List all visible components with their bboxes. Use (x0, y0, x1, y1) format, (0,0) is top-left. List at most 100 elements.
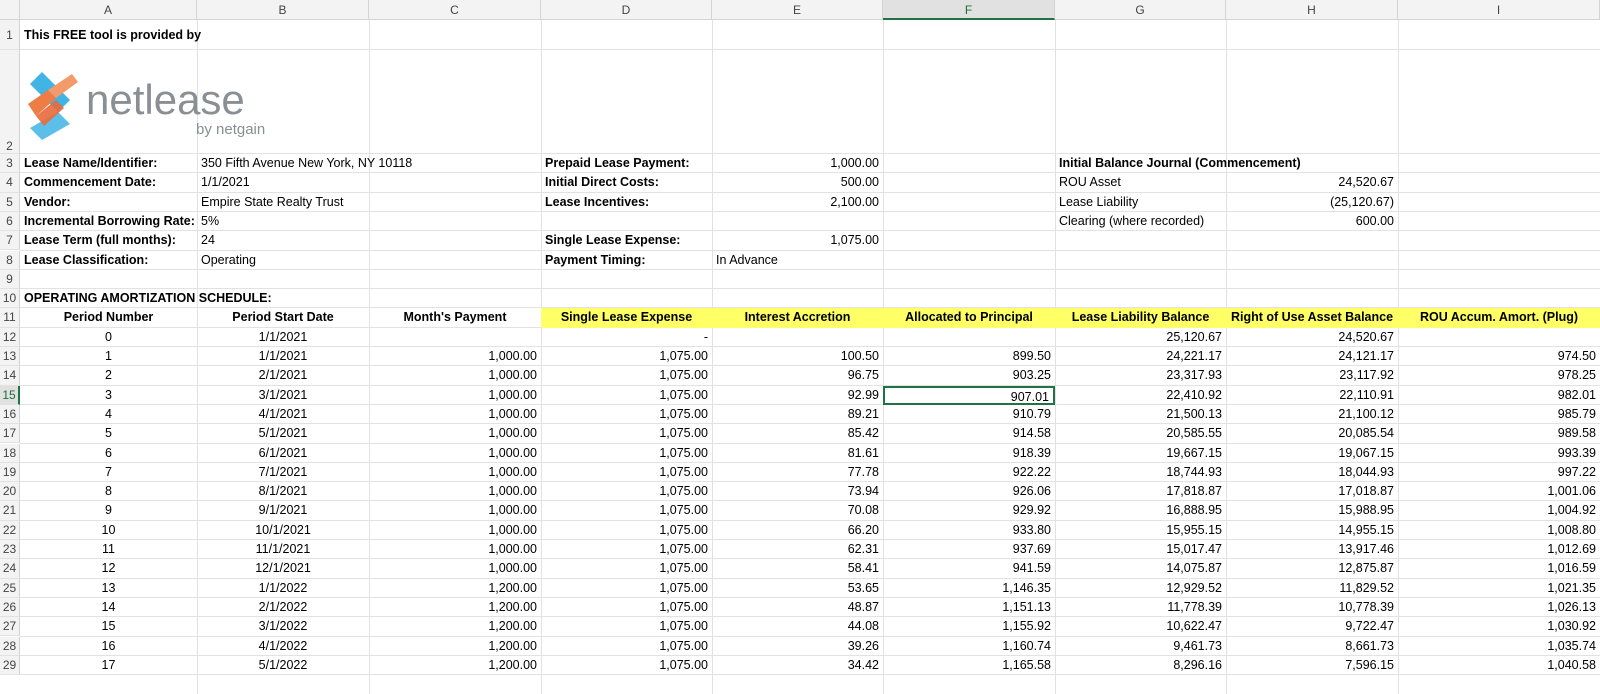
select-all-corner[interactable] (0, 0, 20, 20)
schedule-cell[interactable]: - (541, 328, 712, 347)
schedule-header-7[interactable]: Lease Liability Balance (1055, 308, 1226, 328)
schedule-cell[interactable]: 12,929.52 (1055, 579, 1226, 598)
schedule-cell[interactable]: 1,030.92 (1398, 617, 1600, 636)
schedule-cell[interactable]: 24,121.17 (1226, 347, 1398, 366)
schedule-cell[interactable]: 1,146.35 (883, 579, 1055, 598)
schedule-cell[interactable]: 10/1/2021 (197, 521, 369, 540)
schedule-cell[interactable]: 1/1/2021 (197, 328, 369, 347)
column-header-a[interactable]: A (20, 0, 197, 20)
lease-name-label[interactable]: Lease Name/Identifier: (20, 154, 197, 173)
row-header-9[interactable]: 9 (0, 269, 20, 290)
schedule-cell[interactable]: 1,075.00 (541, 444, 712, 463)
schedule-cell[interactable]: 1 (20, 347, 197, 366)
schedule-cell[interactable]: 1/1/2022 (197, 579, 369, 598)
lease-vendor-value[interactable]: Empire State Realty Trust (197, 193, 369, 212)
lease-classification-value[interactable]: Operating (197, 251, 369, 270)
schedule-cell[interactable]: 985.79 (1398, 405, 1600, 424)
schedule-cell[interactable]: 1,075.00 (541, 540, 712, 559)
column-header-f[interactable]: F (883, 0, 1055, 20)
schedule-cell[interactable]: 1,151.13 (883, 598, 1055, 617)
schedule-cell[interactable]: 1,016.59 (1398, 559, 1600, 578)
schedule-cell[interactable]: 4/1/2022 (197, 637, 369, 656)
lease-name-value[interactable]: 350 Fifth Avenue New York, NY 10118 (197, 154, 412, 173)
schedule-cell[interactable]: 933.80 (883, 521, 1055, 540)
lease-ibr-label[interactable]: Incremental Borrowing Rate: (20, 212, 197, 231)
payment-prepaid-label[interactable]: Prepaid Lease Payment: (541, 154, 712, 173)
schedule-cell[interactable]: 15,017.47 (1055, 540, 1226, 559)
schedule-cell[interactable]: 22,110.91 (1226, 386, 1398, 405)
schedule-cell[interactable]: 17 (20, 656, 197, 675)
payment-single-value[interactable]: 1,075.00 (712, 231, 883, 250)
schedule-cell[interactable]: 1,075.00 (541, 617, 712, 636)
schedule-cell[interactable]: 14,075.87 (1055, 559, 1226, 578)
schedule-cell[interactable]: 918.39 (883, 444, 1055, 463)
schedule-cell[interactable]: 70.08 (712, 501, 883, 520)
schedule-cell[interactable]: 1,075.00 (541, 579, 712, 598)
row-header-25[interactable]: 25 (0, 578, 20, 598)
schedule-header-2[interactable]: Period Start Date (197, 308, 369, 327)
schedule-cell[interactable]: 7,596.15 (1226, 656, 1398, 675)
schedule-cell[interactable]: 15,988.95 (1226, 501, 1398, 520)
schedule-cell[interactable] (1398, 328, 1600, 347)
schedule-cell[interactable]: 14 (20, 598, 197, 617)
schedule-cell[interactable]: 21,100.12 (1226, 405, 1398, 424)
schedule-cell[interactable]: 89.21 (712, 405, 883, 424)
schedule-cell[interactable]: 941.59 (883, 559, 1055, 578)
schedule-cell[interactable]: 1,075.00 (541, 463, 712, 482)
lease-term-value[interactable]: 24 (197, 231, 369, 250)
payment-idc-label[interactable]: Initial Direct Costs: (541, 173, 712, 192)
schedule-cell[interactable]: 1,000.00 (369, 540, 541, 559)
schedule-cell[interactable]: 907.01 (883, 385, 1055, 405)
row-header-14[interactable]: 14 (0, 366, 20, 386)
lease-commencement-value[interactable]: 1/1/2021 (197, 173, 369, 192)
row-header-10[interactable]: 10 (0, 289, 20, 309)
schedule-cell[interactable]: 53.65 (712, 579, 883, 598)
schedule-cell[interactable]: 18,044.93 (1226, 463, 1398, 482)
schedule-cell[interactable]: 937.69 (883, 540, 1055, 559)
schedule-cell[interactable]: 1,008.80 (1398, 521, 1600, 540)
schedule-cell[interactable] (712, 328, 883, 347)
schedule-cell[interactable]: 1,075.00 (541, 386, 712, 405)
row-header-29[interactable]: 29 (0, 655, 20, 676)
schedule-cell[interactable]: 58.41 (712, 559, 883, 578)
payment-single-label[interactable]: Single Lease Expense: (541, 231, 712, 250)
schedule-cell[interactable]: 1,200.00 (369, 637, 541, 656)
schedule-cell[interactable]: 73.94 (712, 482, 883, 501)
schedule-cell[interactable]: 5 (20, 424, 197, 443)
schedule-cell[interactable]: 2 (20, 366, 197, 385)
schedule-cell[interactable]: 1,000.00 (369, 463, 541, 482)
schedule-cell[interactable]: 2/1/2021 (197, 366, 369, 385)
payment-timing-value[interactable]: In Advance (712, 251, 883, 270)
schedule-cell[interactable]: 12 (20, 559, 197, 578)
schedule-cell[interactable]: 1,155.92 (883, 617, 1055, 636)
schedule-cell[interactable]: 1,000.00 (369, 482, 541, 501)
schedule-cell[interactable]: 997.22 (1398, 463, 1600, 482)
schedule-cell[interactable]: 993.39 (1398, 444, 1600, 463)
schedule-cell[interactable]: 1,075.00 (541, 424, 712, 443)
schedule-cell[interactable]: 11 (20, 540, 197, 559)
schedule-cell[interactable]: 48.87 (712, 598, 883, 617)
schedule-cell[interactable]: 7/1/2021 (197, 463, 369, 482)
schedule-cell[interactable]: 1,075.00 (541, 482, 712, 501)
lease-commencement-label[interactable]: Commencement Date: (20, 173, 197, 192)
schedule-cell[interactable]: 18,744.93 (1055, 463, 1226, 482)
row-header-15[interactable]: 15 (0, 385, 20, 405)
schedule-cell[interactable]: 62.31 (712, 540, 883, 559)
schedule-cell[interactable]: 11,829.52 (1226, 579, 1398, 598)
payment-timing-label[interactable]: Payment Timing: (541, 251, 712, 270)
schedule-cell[interactable]: 8,296.16 (1055, 656, 1226, 675)
journal-title[interactable]: Initial Balance Journal (Commencement) (1055, 154, 1305, 173)
journal-clearing-label[interactable]: Clearing (where recorded) (1055, 212, 1226, 231)
schedule-cell[interactable]: 1,075.00 (541, 656, 712, 675)
schedule-cell[interactable]: 989.58 (1398, 424, 1600, 443)
schedule-cell[interactable]: 1,075.00 (541, 347, 712, 366)
schedule-cell[interactable]: 1,000.00 (369, 521, 541, 540)
schedule-cell[interactable]: 8 (20, 482, 197, 501)
schedule-cell[interactable]: 1,200.00 (369, 656, 541, 675)
schedule-cell[interactable]: 19,667.15 (1055, 444, 1226, 463)
row-header-17[interactable]: 17 (0, 424, 20, 444)
schedule-cell[interactable]: 15,955.15 (1055, 521, 1226, 540)
schedule-cell[interactable]: 1,200.00 (369, 617, 541, 636)
schedule-cell[interactable]: 974.50 (1398, 347, 1600, 366)
schedule-cell[interactable]: 12/1/2021 (197, 559, 369, 578)
